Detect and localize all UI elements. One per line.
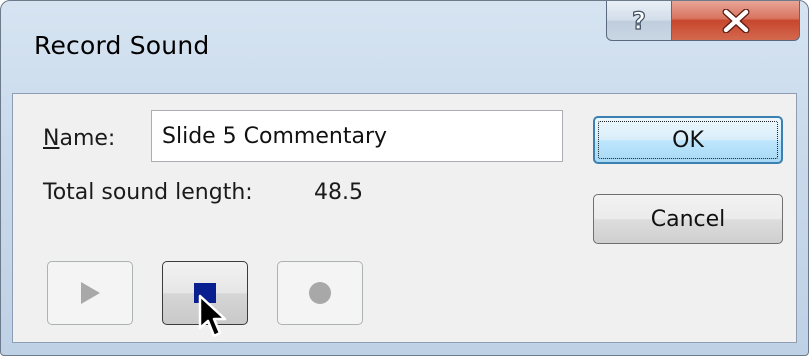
title-bar[interactable]: Record Sound ? <box>1 1 808 93</box>
record-button[interactable] <box>277 261 363 325</box>
name-label: Name: <box>43 126 115 151</box>
ok-button[interactable]: OK <box>593 116 783 164</box>
dialog-body: Name: Total sound length: 48.5 OK Cancel <box>12 93 797 343</box>
stop-square-icon <box>194 283 216 303</box>
sound-length-value: 48.5 <box>314 180 363 205</box>
record-circle-icon <box>309 282 331 304</box>
svg-text:?: ? <box>632 7 646 35</box>
dialog-title: Record Sound <box>34 31 210 60</box>
name-label-accesskey: N <box>43 126 60 151</box>
close-button[interactable] <box>672 1 800 41</box>
play-triangle-icon <box>81 282 100 304</box>
help-button[interactable]: ? <box>606 1 672 41</box>
title-bar-buttons: ? <box>606 1 800 45</box>
cancel-button-label: Cancel <box>650 206 726 232</box>
record-sound-dialog: Record Sound ? Name: Total sound length:… <box>0 0 809 356</box>
help-icon: ? <box>631 7 646 35</box>
name-label-text: ame: <box>59 126 116 151</box>
name-input[interactable] <box>151 110 563 162</box>
sound-length-label: Total sound length: <box>43 180 253 205</box>
stop-button[interactable] <box>162 261 248 325</box>
cancel-button[interactable]: Cancel <box>593 194 783 244</box>
play-button[interactable] <box>47 261 133 325</box>
close-x-icon <box>722 8 749 33</box>
ok-button-label: OK <box>672 127 704 153</box>
